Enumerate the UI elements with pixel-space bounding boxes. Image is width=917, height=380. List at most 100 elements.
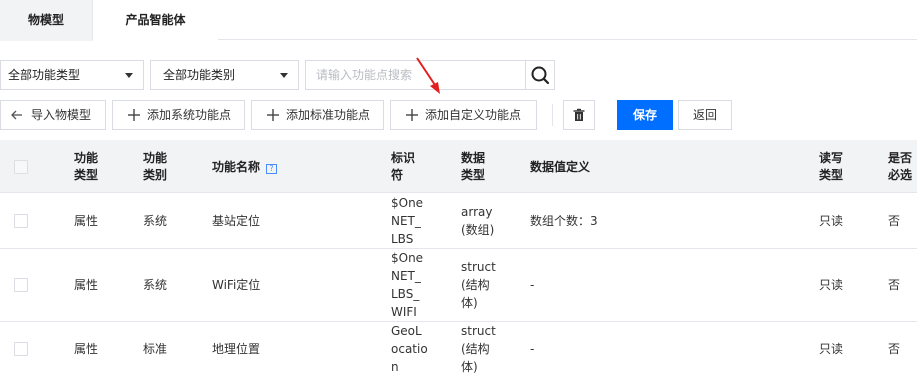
- add-standard-label: 添加标准功能点: [286, 108, 371, 122]
- header-data-type: 数据 类型: [461, 150, 485, 184]
- toolbar-divider: [552, 104, 553, 126]
- tab-thing-model[interactable]: 物模型: [0, 0, 93, 41]
- data-type-line: (结构: [461, 278, 490, 292]
- identifier-line: ocatio: [391, 342, 428, 356]
- identifier-line: $One: [391, 196, 424, 210]
- data-type-line: 体): [461, 296, 478, 310]
- table-row[interactable]: 属性 标准 地理位置 GeoL ocatio n struct (结构 体) -…: [0, 322, 917, 380]
- cell-func-type: 属性: [74, 214, 99, 228]
- header-data-def: 数据值定义: [530, 160, 591, 174]
- header-data-type-line1: 数据: [461, 151, 486, 165]
- search-button[interactable]: [525, 60, 555, 90]
- tab-product-agent[interactable]: 产品智能体: [93, 0, 218, 40]
- identifier-line: n: [391, 360, 399, 374]
- import-label: 导入物模型: [31, 108, 92, 122]
- data-type-line: (结构: [461, 342, 490, 356]
- header-identifier-line1: 标识: [391, 151, 416, 165]
- identifier-line: $One: [391, 251, 424, 265]
- cell-identifier: GeoL ocatio n: [391, 322, 428, 376]
- header-data-type-line2: 类型: [461, 168, 486, 182]
- cell-func-name: 基站定位: [212, 214, 261, 228]
- cell-rw: 只读: [819, 342, 844, 356]
- identifier-line: NET_: [391, 269, 421, 283]
- cell-identifier: $One NET_ LBS: [391, 194, 423, 248]
- cell-func-name: 地理位置: [212, 342, 261, 356]
- header-rw-line2: 类型: [819, 168, 844, 182]
- cell-rw: 只读: [819, 278, 844, 292]
- identifier-line: WIFI: [391, 305, 417, 319]
- cell-func-category: 系统: [143, 214, 168, 228]
- header-required-line2: 必选: [888, 168, 913, 182]
- cell-required: 否: [888, 278, 901, 292]
- identifier-line: GeoL: [391, 324, 422, 338]
- cell-required: 否: [888, 214, 901, 228]
- cell-data-def: -: [530, 342, 535, 356]
- header-func-category-line1: 功能: [143, 151, 168, 165]
- add-standard-function-button[interactable]: 添加标准功能点: [251, 100, 384, 130]
- save-button[interactable]: 保存: [617, 100, 673, 130]
- import-icon: [11, 110, 22, 120]
- delete-button[interactable]: [563, 100, 595, 130]
- add-system-label: 添加系统功能点: [147, 108, 232, 122]
- row-checkbox[interactable]: [14, 278, 28, 292]
- cell-data-def: 数组个数：3: [530, 214, 598, 228]
- cell-func-category: 标准: [143, 342, 168, 356]
- header-identifier-line2: 符: [391, 168, 404, 182]
- cell-func-type: 属性: [74, 278, 99, 292]
- cell-rw: 只读: [819, 214, 844, 228]
- identifier-line: LBS_: [391, 287, 420, 301]
- back-button[interactable]: 返回: [678, 100, 732, 130]
- plus-icon: [406, 109, 418, 121]
- cell-data-def: -: [530, 278, 535, 292]
- add-custom-label: 添加自定义功能点: [425, 108, 522, 122]
- header-func-type: 功能 类型: [74, 150, 98, 184]
- help-icon[interactable]: ?: [266, 164, 278, 174]
- identifier-line: LBS: [391, 232, 414, 246]
- header-func-category: 功能 类别: [143, 150, 167, 184]
- import-thing-model-button[interactable]: 导入物模型: [0, 100, 106, 130]
- header-rw: 读写 类型: [819, 150, 843, 184]
- function-category-value: 全部功能类别: [163, 68, 236, 82]
- header-func-type-line2: 类型: [74, 168, 99, 182]
- identifier-line: NET_: [391, 214, 421, 228]
- header-rw-line1: 读写: [819, 151, 844, 165]
- header-func-category-line2: 类别: [143, 168, 168, 182]
- plus-icon: [267, 109, 279, 121]
- add-system-function-button[interactable]: 添加系统功能点: [112, 100, 245, 130]
- table-row[interactable]: 属性 系统 基站定位 $One NET_ LBS array (数组) 数组个数…: [0, 194, 917, 249]
- data-type-line: struct: [461, 324, 496, 338]
- header-required: 是否 必选: [888, 150, 912, 184]
- cell-data-type: struct (结构 体): [461, 258, 496, 312]
- header-func-type-line1: 功能: [74, 151, 99, 165]
- tab-bar: 物模型 产品智能体: [0, 0, 917, 41]
- caret-down-icon: [280, 73, 288, 78]
- table-header: 功能 类型 功能 类别 功能名称? 标识 符 数据 类型 数据值定义 读写 类型…: [0, 140, 917, 193]
- table-row[interactable]: 属性 系统 WiFi定位 $One NET_ LBS_ WIFI struct …: [0, 249, 917, 322]
- data-type-line: 体): [461, 360, 478, 374]
- plus-icon: [128, 109, 140, 121]
- caret-down-icon: [125, 73, 133, 78]
- search-input[interactable]: [305, 60, 526, 90]
- search-icon: [531, 66, 550, 85]
- add-custom-function-button[interactable]: 添加自定义功能点: [390, 100, 537, 130]
- cell-required: 否: [888, 342, 901, 356]
- cell-func-type: 属性: [74, 342, 99, 356]
- cell-identifier: $One NET_ LBS_ WIFI: [391, 249, 423, 321]
- function-category-select[interactable]: 全部功能类别: [150, 60, 299, 90]
- trash-icon: [573, 108, 585, 121]
- header-identifier: 标识 符: [391, 150, 415, 184]
- header-func-name: 功能名称?: [212, 159, 278, 176]
- row-checkbox[interactable]: [14, 342, 28, 356]
- function-type-value: 全部功能类型: [8, 68, 81, 82]
- function-type-select[interactable]: 全部功能类型: [0, 60, 144, 90]
- cell-func-name: WiFi定位: [212, 278, 261, 292]
- data-type-line: struct: [461, 260, 496, 274]
- row-checkbox[interactable]: [14, 214, 28, 228]
- data-type-line: (数组): [461, 223, 495, 237]
- cell-func-category: 系统: [143, 278, 168, 292]
- header-func-name-label: 功能名称: [212, 160, 261, 174]
- select-all-checkbox[interactable]: [14, 160, 28, 174]
- cell-data-type: struct (结构 体): [461, 322, 496, 376]
- data-type-line: array: [461, 205, 493, 219]
- header-required-line1: 是否: [888, 151, 913, 165]
